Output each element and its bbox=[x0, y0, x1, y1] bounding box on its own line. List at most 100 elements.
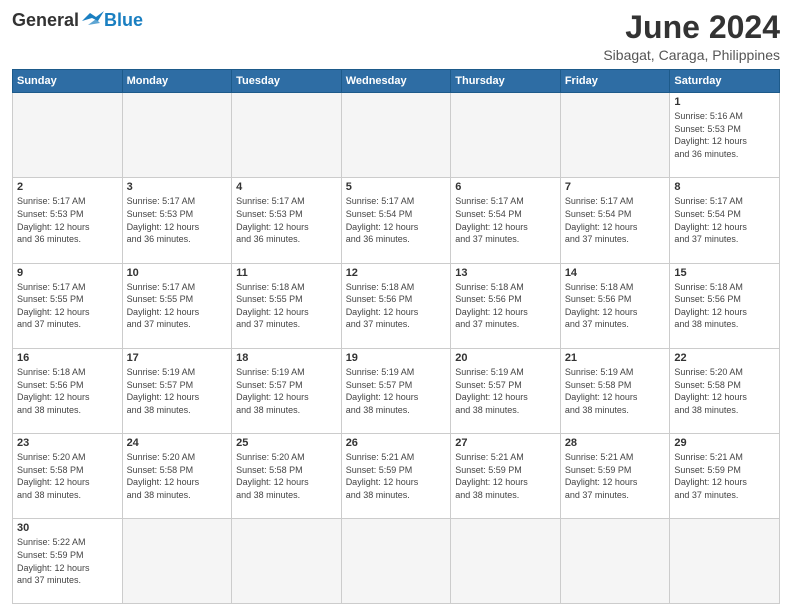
col-wednesday: Wednesday bbox=[341, 70, 451, 93]
day-number: 10 bbox=[127, 267, 228, 279]
table-row bbox=[122, 93, 232, 178]
table-row: 6 Sunrise: 5:17 AM Sunset: 5:54 PM Daylig… bbox=[451, 178, 561, 263]
day-info: Sunrise: 5:18 AM Sunset: 5:56 PM Dayligh… bbox=[455, 281, 556, 331]
day-info: Sunrise: 5:20 AM Sunset: 5:58 PM Dayligh… bbox=[127, 451, 228, 501]
day-number: 1 bbox=[674, 96, 775, 108]
table-row: 23 Sunrise: 5:20 AM Sunset: 5:58 PM Dayli… bbox=[13, 434, 123, 519]
table-row: 24Sunrise: 5:20 AM Sunset: 5:58 PM Dayli… bbox=[122, 434, 232, 519]
day-info: Sunrise: 5:18 AM Sunset: 5:56 PM Dayligh… bbox=[346, 281, 447, 331]
day-number: 6 bbox=[455, 181, 556, 193]
calendar-week-5: 23 Sunrise: 5:20 AM Sunset: 5:58 PM Dayli… bbox=[13, 434, 780, 519]
day-info: Sunrise: 5:17 AM Sunset: 5:54 PM Dayligh… bbox=[674, 195, 775, 245]
calendar-table: Sunday Monday Tuesday Wednesday Thursday… bbox=[12, 69, 780, 604]
table-row: 10 Sunrise: 5:17 AM Sunset: 5:55 PM Dayli… bbox=[122, 263, 232, 348]
table-row: 28Sunrise: 5:21 AM Sunset: 5:59 PM Dayli… bbox=[560, 434, 670, 519]
day-number: 4 bbox=[236, 181, 337, 193]
page: General Blue June 2024 Sibagat, Caraga, … bbox=[0, 0, 792, 612]
col-saturday: Saturday bbox=[670, 70, 780, 93]
day-number: 27 bbox=[455, 437, 556, 449]
day-info: Sunrise: 5:17 AM Sunset: 5:53 PM Dayligh… bbox=[17, 195, 118, 245]
day-number: 18 bbox=[236, 352, 337, 364]
day-info: Sunrise: 5:18 AM Sunset: 5:56 PM Dayligh… bbox=[674, 281, 775, 331]
table-row: 5Sunrise: 5:17 AM Sunset: 5:54 PM Daylig… bbox=[341, 178, 451, 263]
table-row: 15 Sunrise: 5:18 AM Sunset: 5:56 PM Dayli… bbox=[670, 263, 780, 348]
col-tuesday: Tuesday bbox=[232, 70, 342, 93]
day-info: Sunrise: 5:17 AM Sunset: 5:54 PM Dayligh… bbox=[455, 195, 556, 245]
logo-general: General bbox=[12, 10, 79, 31]
table-row: 16 Sunrise: 5:18 AM Sunset: 5:56 PM Dayli… bbox=[13, 348, 123, 433]
day-number: 25 bbox=[236, 437, 337, 449]
day-info: Sunrise: 5:20 AM Sunset: 5:58 PM Dayligh… bbox=[17, 451, 118, 501]
table-row bbox=[341, 519, 451, 604]
logo-bird-icon bbox=[82, 11, 104, 29]
table-row: 13Sunrise: 5:18 AM Sunset: 5:56 PM Dayli… bbox=[451, 263, 561, 348]
day-info: Sunrise: 5:18 AM Sunset: 5:56 PM Dayligh… bbox=[17, 366, 118, 416]
day-info: Sunrise: 5:16 AM Sunset: 5:53 PM Dayligh… bbox=[674, 110, 775, 160]
table-row: 22 Sunrise: 5:20 AM Sunset: 5:58 PM Dayli… bbox=[670, 348, 780, 433]
table-row: 9Sunrise: 5:17 AM Sunset: 5:55 PM Daylig… bbox=[13, 263, 123, 348]
day-number: 15 bbox=[674, 267, 775, 279]
day-number: 22 bbox=[674, 352, 775, 364]
table-row: 26 Sunrise: 5:21 AM Sunset: 5:59 PM Dayli… bbox=[341, 434, 451, 519]
day-info: Sunrise: 5:17 AM Sunset: 5:54 PM Dayligh… bbox=[346, 195, 447, 245]
day-number: 19 bbox=[346, 352, 447, 364]
day-info: Sunrise: 5:21 AM Sunset: 5:59 PM Dayligh… bbox=[455, 451, 556, 501]
day-number: 23 bbox=[17, 437, 118, 449]
col-friday: Friday bbox=[560, 70, 670, 93]
day-number: 17 bbox=[127, 352, 228, 364]
day-number: 30 bbox=[17, 522, 118, 534]
day-number: 21 bbox=[565, 352, 666, 364]
day-number: 26 bbox=[346, 437, 447, 449]
day-info: Sunrise: 5:19 AM Sunset: 5:57 PM Dayligh… bbox=[346, 366, 447, 416]
day-info: Sunrise: 5:20 AM Sunset: 5:58 PM Dayligh… bbox=[674, 366, 775, 416]
logo-area: General Blue bbox=[12, 10, 143, 31]
day-number: 16 bbox=[17, 352, 118, 364]
table-row: 29Sunrise: 5:21 AM Sunset: 5:59 PM Dayli… bbox=[670, 434, 780, 519]
day-number: 7 bbox=[565, 181, 666, 193]
day-info: Sunrise: 5:18 AM Sunset: 5:55 PM Dayligh… bbox=[236, 281, 337, 331]
day-number: 12 bbox=[346, 267, 447, 279]
table-row: 1 Sunrise: 5:16 AM Sunset: 5:53 PM Daylig… bbox=[670, 93, 780, 178]
table-row bbox=[670, 519, 780, 604]
table-row: 2 Sunrise: 5:17 AM Sunset: 5:53 PM Daylig… bbox=[13, 178, 123, 263]
table-row: 30 Sunrise: 5:22 AM Sunset: 5:59 PM Dayli… bbox=[13, 519, 123, 604]
location-subtitle: Sibagat, Caraga, Philippines bbox=[603, 47, 780, 63]
day-info: Sunrise: 5:17 AM Sunset: 5:55 PM Dayligh… bbox=[127, 281, 228, 331]
table-row bbox=[232, 93, 342, 178]
title-area: June 2024 Sibagat, Caraga, Philippines bbox=[603, 10, 780, 63]
day-number: 20 bbox=[455, 352, 556, 364]
calendar-header-row: Sunday Monday Tuesday Wednesday Thursday… bbox=[13, 70, 780, 93]
day-info: Sunrise: 5:17 AM Sunset: 5:55 PM Dayligh… bbox=[17, 281, 118, 331]
day-number: 2 bbox=[17, 181, 118, 193]
day-info: Sunrise: 5:21 AM Sunset: 5:59 PM Dayligh… bbox=[346, 451, 447, 501]
logo: General Blue bbox=[12, 10, 143, 31]
table-row bbox=[341, 93, 451, 178]
calendar-week-3: 9Sunrise: 5:17 AM Sunset: 5:55 PM Daylig… bbox=[13, 263, 780, 348]
day-info: Sunrise: 5:22 AM Sunset: 5:59 PM Dayligh… bbox=[17, 536, 118, 586]
table-row: 7Sunrise: 5:17 AM Sunset: 5:54 PM Daylig… bbox=[560, 178, 670, 263]
day-info: Sunrise: 5:17 AM Sunset: 5:53 PM Dayligh… bbox=[236, 195, 337, 245]
table-row: 17Sunrise: 5:19 AM Sunset: 5:57 PM Dayli… bbox=[122, 348, 232, 433]
table-row bbox=[122, 519, 232, 604]
day-number: 11 bbox=[236, 267, 337, 279]
table-row: 27 Sunrise: 5:21 AM Sunset: 5:59 PM Dayli… bbox=[451, 434, 561, 519]
day-number: 3 bbox=[127, 181, 228, 193]
day-number: 14 bbox=[565, 267, 666, 279]
table-row: 8Sunrise: 5:17 AM Sunset: 5:54 PM Daylig… bbox=[670, 178, 780, 263]
calendar-week-2: 2 Sunrise: 5:17 AM Sunset: 5:53 PM Daylig… bbox=[13, 178, 780, 263]
col-sunday: Sunday bbox=[13, 70, 123, 93]
day-info: Sunrise: 5:19 AM Sunset: 5:57 PM Dayligh… bbox=[455, 366, 556, 416]
calendar-week-1: 1 Sunrise: 5:16 AM Sunset: 5:53 PM Daylig… bbox=[13, 93, 780, 178]
day-info: Sunrise: 5:17 AM Sunset: 5:53 PM Dayligh… bbox=[127, 195, 228, 245]
day-info: Sunrise: 5:20 AM Sunset: 5:58 PM Dayligh… bbox=[236, 451, 337, 501]
table-row: 14 Sunrise: 5:18 AM Sunset: 5:56 PM Dayli… bbox=[560, 263, 670, 348]
table-row bbox=[560, 519, 670, 604]
table-row: 25 Sunrise: 5:20 AM Sunset: 5:58 PM Dayli… bbox=[232, 434, 342, 519]
calendar-week-6: 30 Sunrise: 5:22 AM Sunset: 5:59 PM Dayli… bbox=[13, 519, 780, 604]
day-info: Sunrise: 5:21 AM Sunset: 5:59 PM Dayligh… bbox=[674, 451, 775, 501]
table-row: 18Sunrise: 5:19 AM Sunset: 5:57 PM Dayli… bbox=[232, 348, 342, 433]
day-info: Sunrise: 5:18 AM Sunset: 5:56 PM Dayligh… bbox=[565, 281, 666, 331]
header: General Blue June 2024 Sibagat, Caraga, … bbox=[12, 10, 780, 63]
table-row bbox=[451, 519, 561, 604]
table-row: 21Sunrise: 5:19 AM Sunset: 5:58 PM Dayli… bbox=[560, 348, 670, 433]
